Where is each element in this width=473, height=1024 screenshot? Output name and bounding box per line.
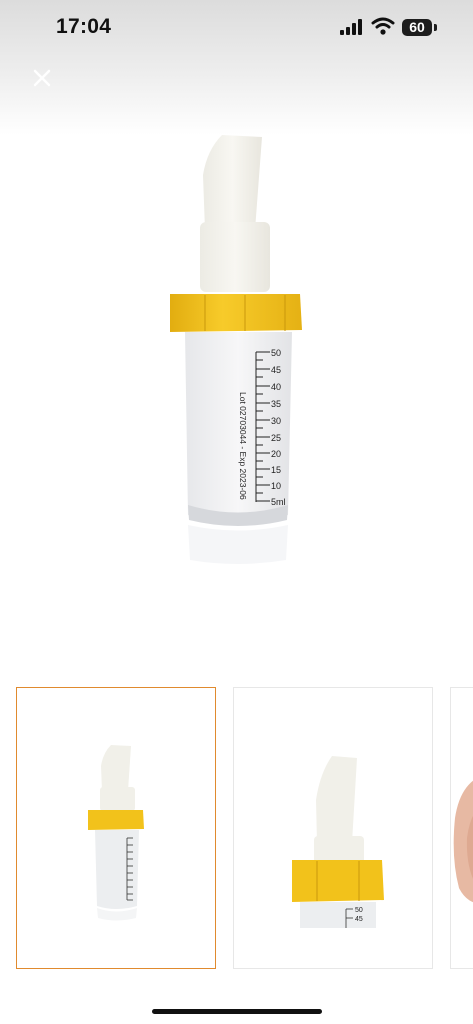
scale-mark: 50 [271,348,281,358]
battery-level: 60 [409,19,425,35]
scale-mark: 25 [271,433,281,443]
collar [200,222,270,292]
status-time: 17:04 [56,15,112,38]
scale-mark: 30 [271,416,281,426]
gallery-thumbnail-1[interactable] [16,687,216,969]
scale-mark: 20 [271,449,281,459]
gallery-thumbnail-3[interactable] [450,687,473,969]
thumbnail-image: 50 45 [292,756,384,928]
main-product-image[interactable]: 50 45 40 35 30 25 20 15 10 5ml Lot 02703… [160,130,320,570]
scale-mark: 40 [271,382,281,392]
scale-mark: 45 [271,365,281,375]
battery-icon: 60 [402,19,432,36]
status-bar: 17:04 60 [0,0,473,56]
gallery-thumbnail-2[interactable]: 50 45 [233,687,433,969]
battery-tip [434,24,437,31]
yellow-cap [170,294,302,332]
scale-mark: 5ml [271,497,286,507]
scale-mark: 35 [271,399,281,409]
close-icon[interactable] [26,62,58,94]
thumb-scale-mark: 50 [355,907,363,914]
lot-exp-text: Lot 02703044 - Exp 2023-06 [238,392,248,500]
home-indicator[interactable] [152,1009,322,1014]
thumbnail-image [453,780,473,903]
cellular-signal-icon [340,19,362,35]
wifi-icon [371,17,395,35]
scale-mark: 10 [271,481,281,491]
spout [203,135,262,230]
thumb-scale-mark: 45 [355,916,363,923]
thumbnail-image [88,745,144,921]
scale-mark: 15 [271,465,281,475]
